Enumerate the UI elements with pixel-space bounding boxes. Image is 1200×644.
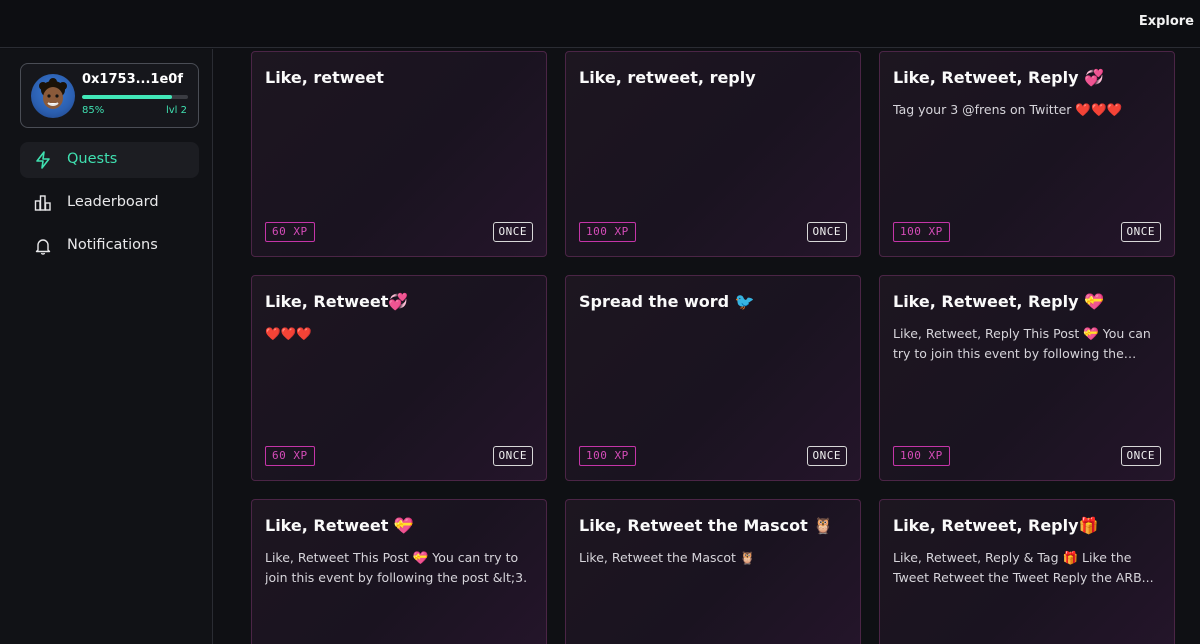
quest-description: ❤️❤️❤️ — [265, 326, 312, 341]
frequency-badge: ONCE — [492, 222, 533, 242]
nav-item-notifications[interactable]: Notifications — [20, 228, 199, 264]
profile-card[interactable]: 0x1753...1e0f 85% lvl 2 — [20, 63, 199, 128]
xp-badge: 60 XP — [265, 446, 315, 466]
bell-icon — [35, 239, 51, 255]
quest-title: Like, retweet — [265, 68, 384, 87]
xp-progress-fill — [82, 95, 173, 99]
progress-percent: 85% — [82, 105, 105, 116]
bar-chart-icon — [34, 195, 51, 211]
nav-label-leaderboard: Leaderboard — [67, 194, 159, 210]
frequency-badge: ONCE — [806, 446, 847, 466]
quest-card[interactable]: Like, Retweet the Mascot 🦉 Like, Retweet… — [565, 499, 861, 644]
frequency-badge: ONCE — [1120, 222, 1161, 242]
xp-badge: 100 XP — [893, 446, 950, 466]
quest-description: Like, Retweet the Mascot 🦉 — [579, 550, 756, 565]
quest-title: Like, Retweet💞 — [265, 292, 409, 311]
avatar-face-icon — [39, 78, 67, 109]
quest-card[interactable]: Spread the word 🐦 100 XP ONCE — [565, 275, 861, 481]
quest-title: Like, Retweet, Reply 💞 — [893, 68, 1105, 87]
quest-description: Like, Retweet, Reply This Post 💝 You can… — [893, 326, 1151, 361]
xp-progress-bar — [82, 95, 188, 99]
quest-title: Like, retweet, reply — [579, 68, 756, 87]
quest-title: Like, Retweet, Reply🎁 — [893, 516, 1099, 535]
quest-description: Tag your 3 @frens on Twitter ❤️❤️❤️ — [893, 102, 1123, 117]
frequency-badge: ONCE — [1120, 446, 1161, 466]
quest-card[interactable]: Like, retweet 60 XP ONCE — [251, 51, 547, 257]
avatar — [31, 74, 75, 118]
top-bar: Explore — [0, 0, 1200, 48]
sidebar: 0x1753...1e0f 85% lvl 2 Quests Leaderboa… — [0, 49, 213, 644]
quest-card[interactable]: Like, Retweet 💝 Like, Retweet This Post … — [251, 499, 547, 644]
quest-card[interactable]: Like, retweet, reply 100 XP ONCE — [565, 51, 861, 257]
quest-title: Spread the word 🐦 — [579, 292, 755, 311]
nav-item-leaderboard[interactable]: Leaderboard — [20, 185, 199, 221]
xp-badge: 100 XP — [579, 222, 636, 242]
frequency-badge: ONCE — [806, 222, 847, 242]
quest-description: Like, Retweet This Post 💝 You can try to… — [265, 550, 528, 585]
xp-badge: 100 XP — [893, 222, 950, 242]
quest-card[interactable]: Like, Retweet, Reply🎁 Like, Retweet, Rep… — [879, 499, 1175, 644]
explore-link[interactable]: Explore — [1139, 14, 1194, 29]
quest-card[interactable]: Like, Retweet💞 ❤️❤️❤️ 60 XP ONCE — [251, 275, 547, 481]
quest-title: Like, Retweet 💝 — [265, 516, 414, 535]
quest-description: Like, Retweet, Reply & Tag 🎁 Like the Tw… — [893, 550, 1154, 585]
frequency-badge: ONCE — [492, 446, 533, 466]
quest-card[interactable]: Like, Retweet, Reply 💞 Tag your 3 @frens… — [879, 51, 1175, 257]
wallet-address: 0x1753...1e0f — [82, 72, 183, 87]
quest-card[interactable]: Like, Retweet, Reply 💝 Like, Retweet, Re… — [879, 275, 1175, 481]
quest-title: Like, Retweet, Reply 💝 — [893, 292, 1105, 311]
nav-label-quests: Quests — [67, 151, 118, 167]
xp-badge: 60 XP — [265, 222, 315, 242]
nav-item-quests[interactable]: Quests — [20, 142, 199, 178]
quest-title: Like, Retweet the Mascot 🦉 — [579, 516, 834, 535]
level-label: lvl 2 — [165, 105, 187, 116]
xp-badge: 100 XP — [579, 446, 636, 466]
nav-label-notifications: Notifications — [67, 237, 158, 253]
lightning-icon — [36, 151, 50, 169]
